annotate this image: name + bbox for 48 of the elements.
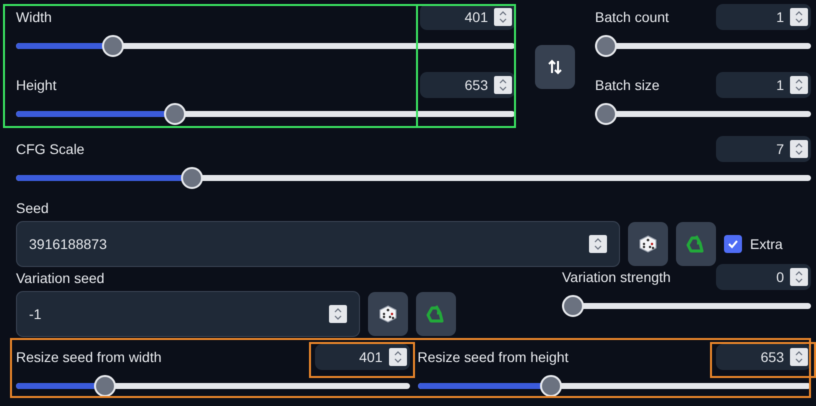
slider-thumb[interactable] xyxy=(595,35,617,57)
slider[interactable] xyxy=(16,375,410,397)
slider[interactable] xyxy=(562,295,811,317)
slider-label: Variation strength xyxy=(562,268,671,286)
dice-icon xyxy=(378,304,398,324)
slider-thumb[interactable] xyxy=(94,375,116,397)
number-field[interactable]: 1 xyxy=(716,4,811,30)
slider[interactable] xyxy=(595,35,811,57)
slider-label: Width xyxy=(16,8,52,26)
swap-button[interactable] xyxy=(535,45,575,89)
number-field[interactable]: 401 xyxy=(314,344,410,370)
slider-label: Batch count xyxy=(595,8,669,26)
slider-label: Height xyxy=(16,76,56,94)
number-field[interactable]: 653 xyxy=(420,72,515,98)
field-label: Seed xyxy=(16,199,50,217)
slider[interactable] xyxy=(418,375,811,397)
field-label: Variation seed xyxy=(16,269,106,287)
slider-thumb[interactable] xyxy=(164,103,186,125)
reuse-button[interactable] xyxy=(676,222,716,266)
variation-seed-field[interactable]: -1 xyxy=(16,291,360,337)
slider-label: Resize seed from height xyxy=(418,348,568,366)
slider[interactable] xyxy=(595,103,811,125)
number-field[interactable]: 1 xyxy=(716,72,811,98)
slider[interactable] xyxy=(16,35,515,57)
extra-checkbox[interactable] xyxy=(724,235,742,253)
slider-label: Resize seed from width xyxy=(16,348,162,366)
check-icon xyxy=(727,238,739,250)
number-field[interactable]: 401 xyxy=(420,4,515,30)
seed-field[interactable]: 3916188873 xyxy=(16,221,620,267)
number-field[interactable]: 0 xyxy=(716,264,811,290)
spinner-icon[interactable] xyxy=(388,348,406,366)
slider-thumb[interactable] xyxy=(540,375,562,397)
checkbox-label: Extra xyxy=(750,236,783,252)
reuse-button[interactable] xyxy=(416,292,456,336)
slider-thumb[interactable] xyxy=(102,35,124,57)
number-field[interactable]: 7 xyxy=(716,136,811,162)
slider-thumb[interactable] xyxy=(562,295,584,317)
slider-label: CFG Scale xyxy=(16,140,84,158)
number-field[interactable]: 653 xyxy=(716,344,811,370)
slider[interactable] xyxy=(16,103,515,125)
slider-label: Batch size xyxy=(595,76,660,94)
swap-icon xyxy=(548,59,562,75)
random-button[interactable] xyxy=(628,222,668,266)
dice-icon xyxy=(638,234,658,254)
slider[interactable] xyxy=(16,167,811,189)
slider-thumb[interactable] xyxy=(595,103,617,125)
random-button[interactable] xyxy=(368,292,408,336)
slider-thumb[interactable] xyxy=(181,167,204,189)
